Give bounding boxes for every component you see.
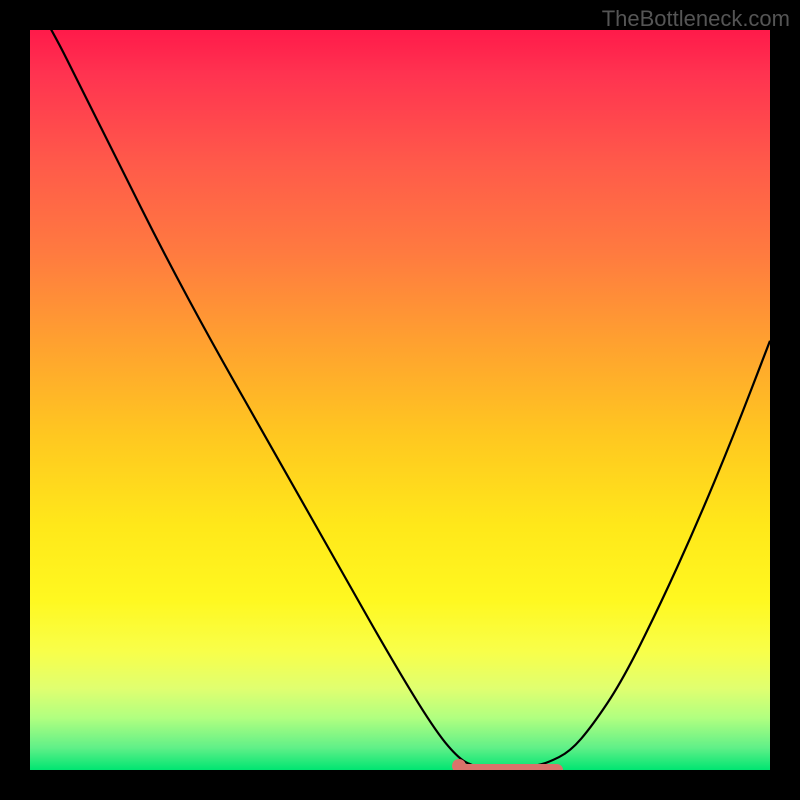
highlight-band [459,764,563,770]
plot-area [30,30,770,770]
watermark-text: TheBottleneck.com [602,6,790,32]
bottleneck-curve [30,30,770,770]
chart-container: TheBottleneck.com [0,0,800,800]
